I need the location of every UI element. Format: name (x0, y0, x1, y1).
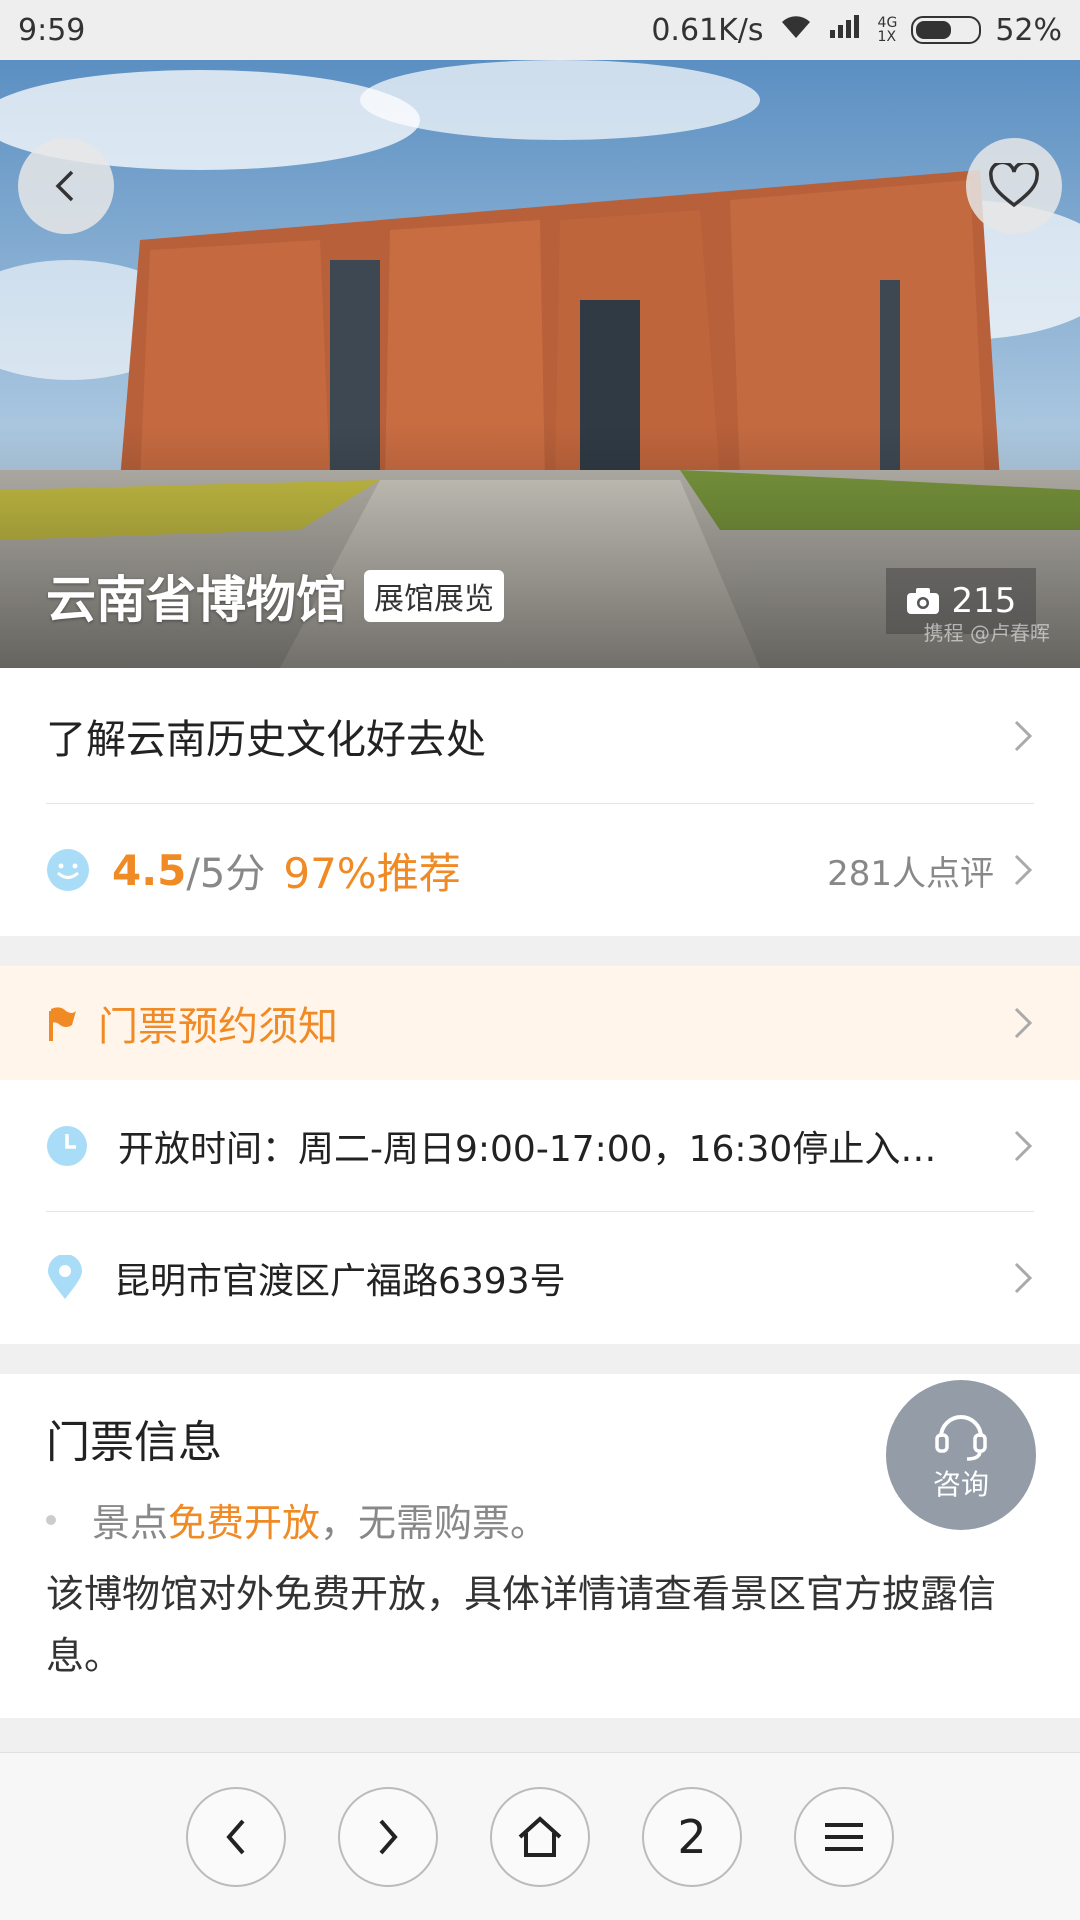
chevron-right-icon (379, 1819, 398, 1854)
bullet-dot (46, 1514, 56, 1525)
intro-row[interactable]: 了解云南历史文化好去处 (0, 668, 1080, 804)
recommend-rate: 97%推荐 (283, 848, 461, 898)
info-section: 开放时间：周二-周日9:00-17:00，16:30停止入馆；周一闭馆 昆明市官… (0, 1080, 1080, 1344)
ticket-description: 该博物馆对外免费开放，具体详情请查看景区官方披露信息。 (46, 1572, 997, 1678)
hero-image[interactable]: 云南省博物馆 展馆展览 215 携程 @卢春晖 (0, 60, 1080, 668)
tabs-count: 2 (677, 1809, 707, 1864)
ticket-info-section: 门票信息 景点 免费开放 ，无需购票。 该博物馆对外免费开放，具体详情请查看景区官方… (0, 1374, 1080, 1718)
intro-tagline: 了解云南历史文化好去处 (46, 717, 486, 763)
consult-label: 咨询 (932, 1468, 989, 1501)
chevron-right-icon (1014, 1007, 1033, 1039)
net-speed: 0.61K/s (651, 12, 764, 48)
rating-score: 4.5 (112, 845, 187, 895)
ticket-notice-banner[interactable]: 门票预约须知 (0, 966, 1080, 1080)
address: 昆明市官渡区广福路6393号 (114, 1261, 566, 1302)
chevron-right-icon (1014, 1262, 1033, 1294)
address-row[interactable]: 昆明市官渡区广福路6393号 (0, 1212, 1080, 1344)
opening-hours: 开放时间：周二-周日9:00-17:00，16:30停止入馆；周一闭馆 (118, 1129, 968, 1170)
category-tag: 展馆展览 (364, 570, 504, 622)
rating-row[interactable]: 4.5 /5分 97%推荐 281人点评 (0, 804, 1080, 936)
consult-button[interactable]: 咨询 (886, 1380, 1036, 1530)
intro-section: 了解云南历史文化好去处 4.5 /5分 97%推荐 281人点评 (0, 668, 1080, 936)
status-bar: 9:59 0.61K/s 4G 1X 52% (0, 0, 1080, 60)
headset-icon (935, 1415, 987, 1461)
page-title: 云南省博物馆 (46, 571, 346, 629)
battery-icon (911, 16, 982, 44)
signal-icon (828, 12, 864, 48)
location-pin-icon (48, 1255, 82, 1299)
browser-nav-bar: 2 (0, 1752, 1080, 1920)
browser-home-button[interactable] (490, 1786, 590, 1887)
flag-icon (49, 1007, 76, 1041)
menu-icon (825, 1822, 863, 1851)
opening-hours-row[interactable]: 开放时间：周二-周日9:00-17:00，16:30停止入馆；周一闭馆 (0, 1080, 1080, 1212)
battery-percent: 52% (995, 12, 1062, 48)
camera-icon (906, 588, 939, 614)
heart-icon (989, 163, 1039, 208)
notice-label: 门票预约须知 (98, 1004, 338, 1050)
chevron-right-icon (1014, 720, 1033, 752)
home-icon (518, 1815, 562, 1857)
browser-tabs-button[interactable]: 2 (642, 1786, 742, 1887)
review-count: 281人点评 (827, 853, 994, 894)
net-type-top: 4G (877, 15, 898, 31)
chevron-left-icon (226, 1819, 245, 1854)
chevron-left-icon (55, 170, 74, 202)
chevron-right-icon (1014, 1130, 1033, 1162)
rating-total: /5分 (186, 851, 266, 897)
browser-forward-button[interactable] (338, 1786, 438, 1887)
bullet-prefix: 景点 (92, 1501, 169, 1545)
smiley-icon (47, 849, 89, 891)
net-type-bottom: 1X (877, 29, 897, 45)
bullet-suffix: ，无需购票。 (320, 1501, 549, 1545)
browser-back-button[interactable] (186, 1786, 286, 1887)
status-time: 9:59 (18, 12, 86, 48)
browser-menu-button[interactable] (794, 1786, 894, 1887)
photo-count: 215 (951, 581, 1017, 621)
photo-watermark: 携程 @卢春晖 (923, 621, 1050, 645)
hero-title-row: 云南省博物馆 展馆展览 (46, 560, 504, 632)
status-right: 0.61K/s 4G 1X 52% (651, 12, 1062, 48)
chevron-right-icon (1014, 854, 1033, 886)
back-button[interactable] (18, 138, 114, 234)
wifi-icon (778, 12, 814, 48)
clock-icon (47, 1126, 87, 1166)
ticket-bullet: 景点 免费开放 ，无需购票。 (46, 1492, 1034, 1547)
favorite-button[interactable] (966, 138, 1062, 234)
free-entry-highlight: 免费开放 (168, 1501, 321, 1545)
net-type: 4G 1X (878, 16, 898, 44)
